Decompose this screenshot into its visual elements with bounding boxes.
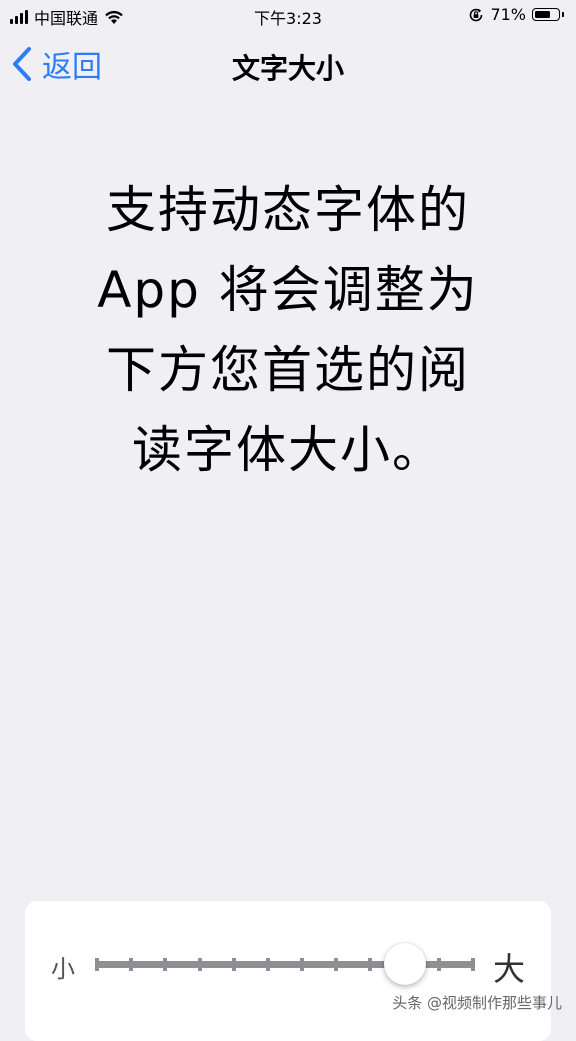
preview-text-line: 支持动态字体的 — [106, 181, 470, 239]
battery-percent: 71% — [490, 5, 526, 24]
slider-tick — [163, 958, 168, 971]
text-size-slider-thumb[interactable] — [383, 943, 426, 985]
page-title: 文字大小 — [231, 52, 344, 85]
slider-tick — [231, 958, 236, 971]
slider-tick — [471, 958, 475, 971]
large-text-label: 大 — [492, 950, 525, 988]
preview-text-line: 读字体大小。 — [132, 421, 444, 479]
preview-text: 支持动态字体的 App 将会调整为 下方您首选的阅 读字体大小。 — [50, 170, 526, 490]
navigation-bar: 返回 文字大小 — [0, 34, 576, 92]
rotation-lock-icon — [470, 8, 483, 21]
battery-tip — [562, 12, 564, 17]
slider-tick — [95, 958, 99, 971]
battery-level-fill — [535, 11, 550, 18]
preview-text-line: 下方您首选的阅 — [106, 341, 470, 399]
text-size-slider-panel: 小 大 — [25, 901, 551, 1041]
battery-icon — [532, 8, 560, 21]
slider-tick — [368, 958, 373, 971]
slider-tick — [265, 958, 270, 971]
status-bar-right: 71% — [468, 5, 564, 24]
small-text-label: 小 — [51, 955, 75, 983]
slider-tick — [436, 958, 441, 971]
slider-tick — [197, 958, 202, 971]
preview-text-line: App 将会调整为 — [97, 261, 479, 319]
slider-tick — [129, 958, 134, 971]
status-bar: 中国联通 下午3:23 71% — [0, 0, 576, 34]
slider-tick — [300, 958, 305, 971]
watermark: 头条 @视频制作那些事儿 — [392, 994, 562, 1012]
slider-tick — [334, 958, 339, 971]
